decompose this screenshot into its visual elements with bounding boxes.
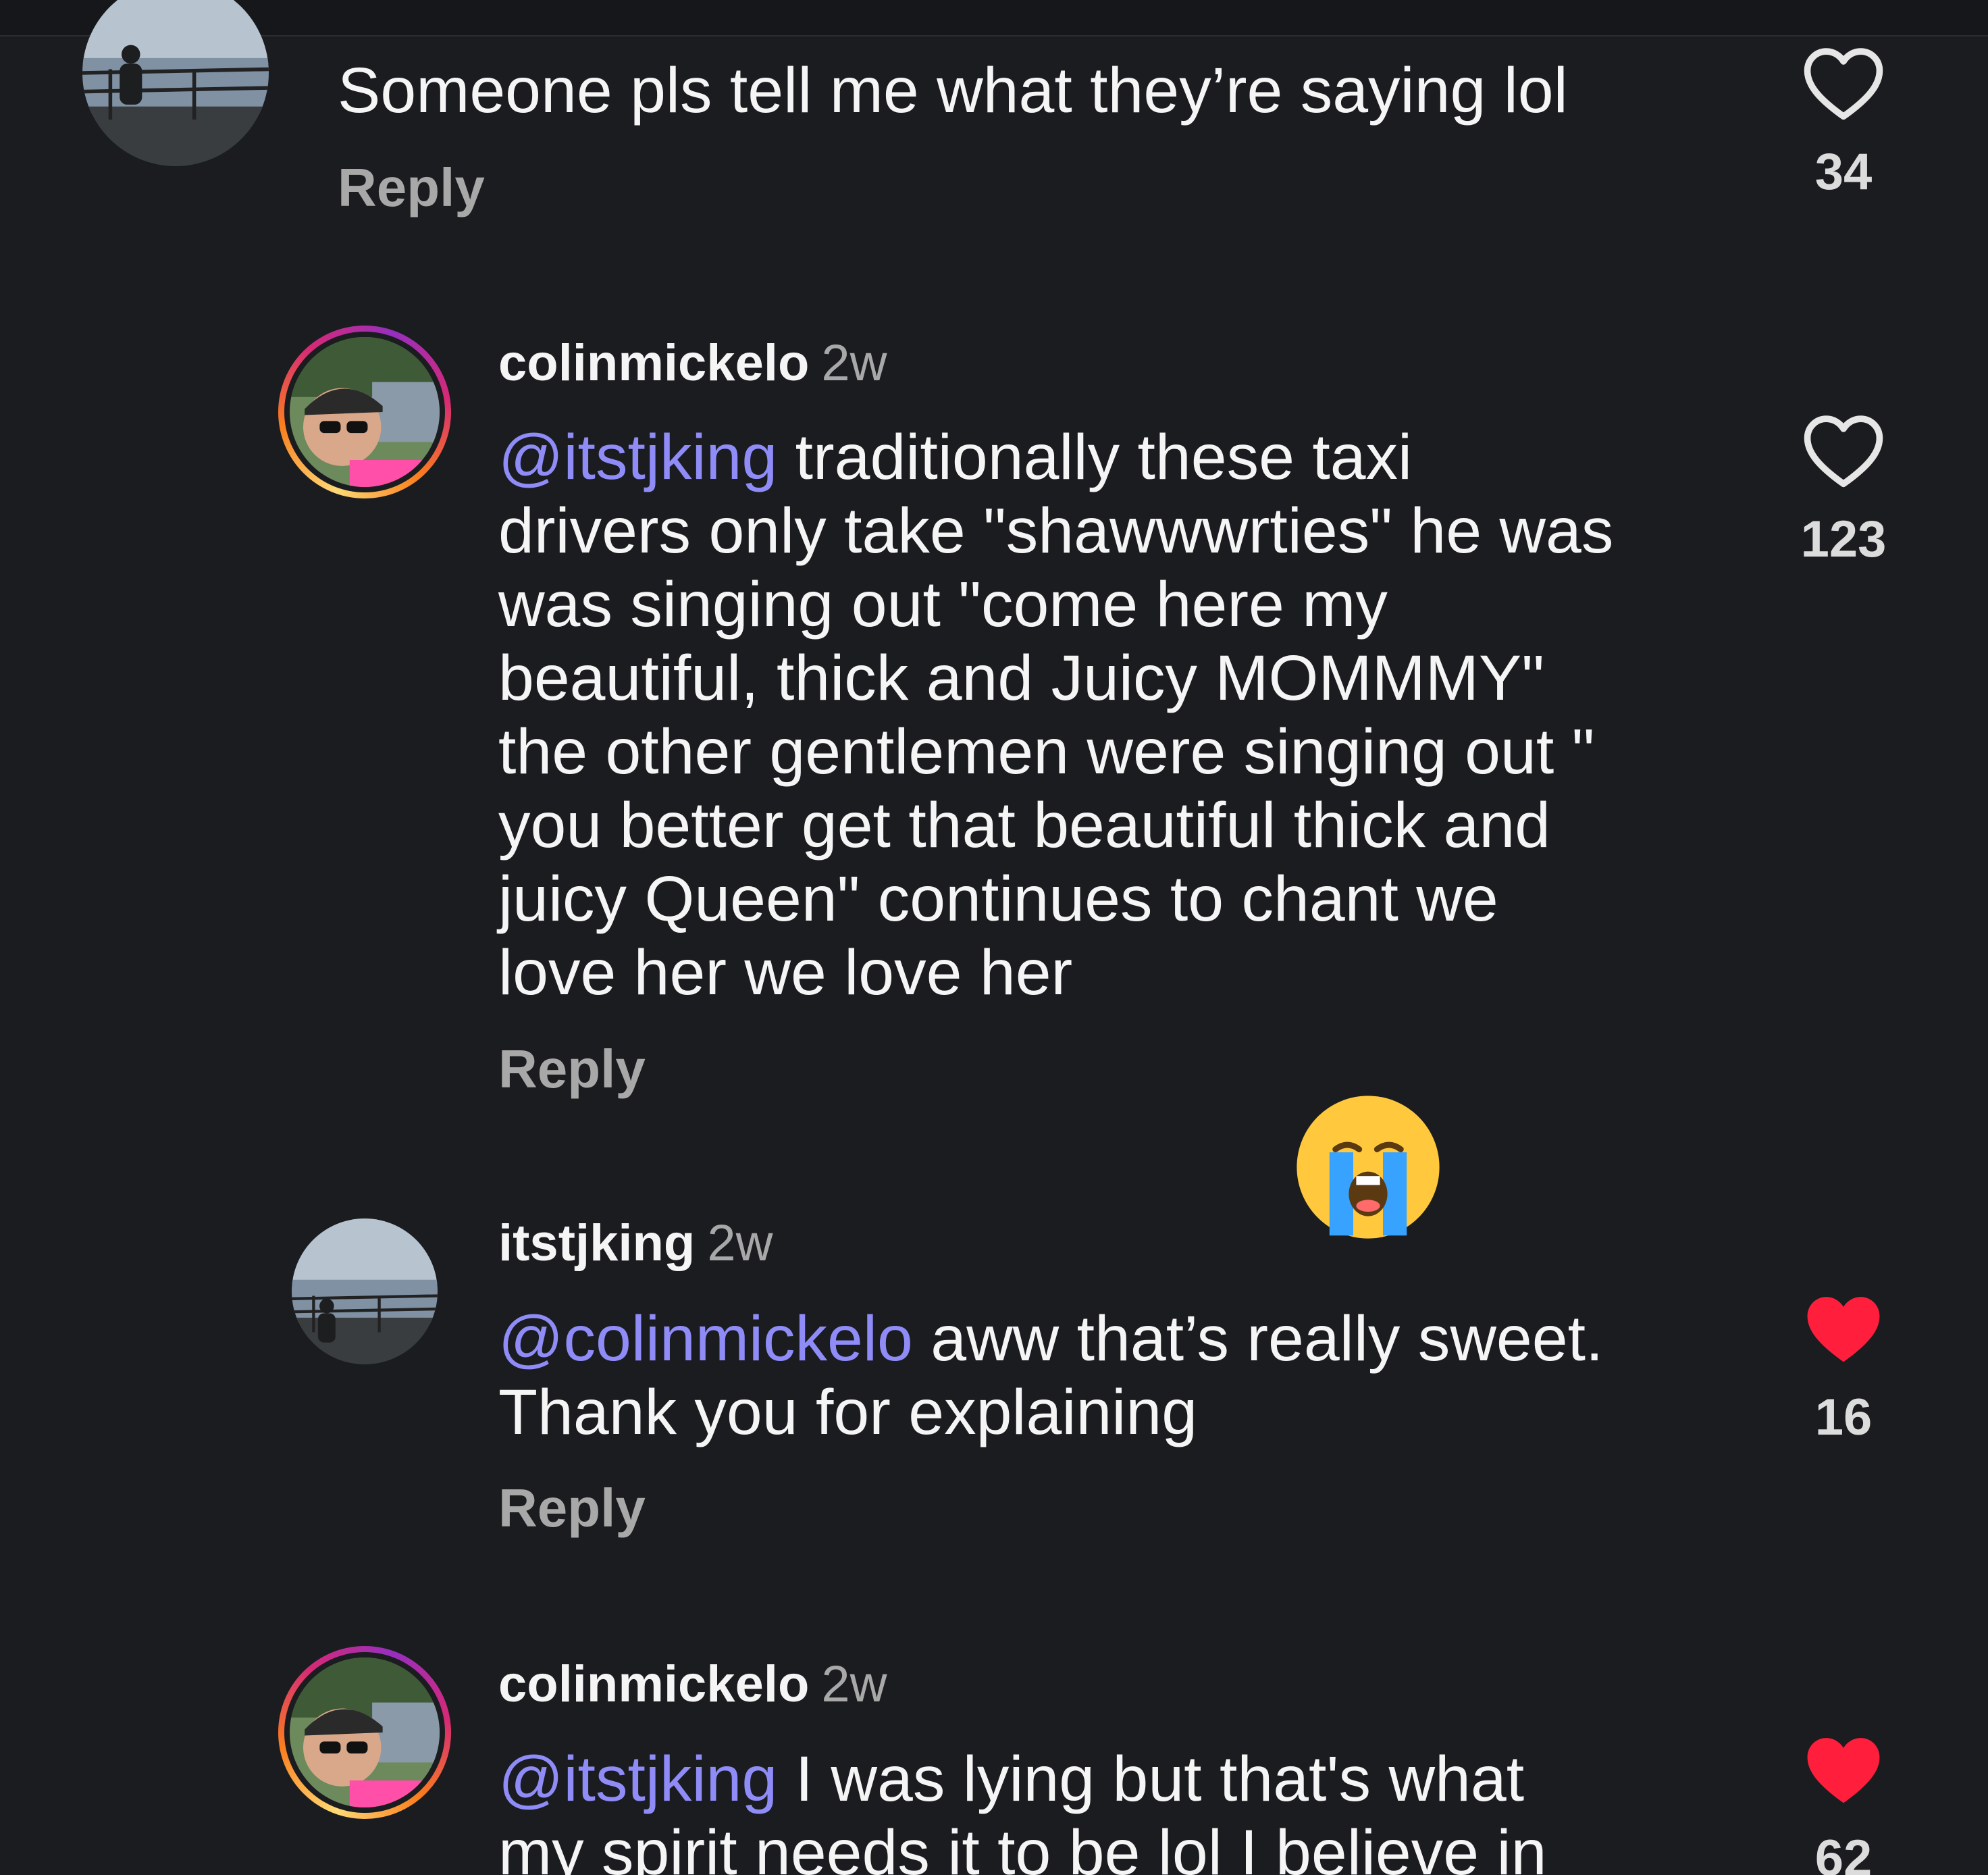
mention-link[interactable]: @itstjking bbox=[498, 421, 777, 493]
avatar-colinmickelo[interactable] bbox=[278, 1646, 451, 1819]
top-divider bbox=[0, 0, 1988, 36]
like-count: 62 bbox=[1814, 1830, 1873, 1875]
heart-filled-icon bbox=[1807, 1297, 1880, 1362]
avatar-itstjking[interactable] bbox=[292, 1218, 438, 1364]
heart-filled-icon bbox=[1807, 1738, 1880, 1803]
like-button[interactable]: 16 bbox=[1796, 1291, 1891, 1448]
reply-button[interactable]: Reply bbox=[338, 157, 485, 218]
avatar-colinmickelo[interactable] bbox=[278, 326, 451, 498]
like-button[interactable]: 34 bbox=[1796, 46, 1891, 203]
comment-text: @colinmickelo aww that’s really sweet. T… bbox=[498, 1303, 1604, 1448]
avatar-photo-selfie bbox=[290, 1658, 440, 1807]
like-button[interactable]: 62 bbox=[1796, 1732, 1891, 1875]
like-count: 34 bbox=[1814, 143, 1873, 201]
mention-link[interactable]: @colinmickelo bbox=[498, 1303, 913, 1375]
comment-header: colinmickelo 2w bbox=[498, 333, 887, 394]
avatar-photo-ocean bbox=[82, 0, 269, 166]
username[interactable]: colinmickelo bbox=[498, 334, 809, 392]
timestamp: 2w bbox=[821, 1655, 887, 1713]
loudly-crying-face-icon bbox=[1294, 1093, 1442, 1241]
comment-text: @itstjking I was lying but that's what m… bbox=[498, 1743, 1547, 1875]
like-count: 16 bbox=[1814, 1389, 1873, 1446]
avatar-photo-ocean bbox=[292, 1218, 438, 1364]
comment-header: itstjking 2w bbox=[498, 1213, 773, 1274]
comment-text: Someone pls tell me what they’re saying … bbox=[338, 55, 1568, 126]
like-button[interactable]: 123 bbox=[1796, 413, 1891, 570]
comment-text: @itstjking traditionally these taxi driv… bbox=[498, 421, 1614, 1008]
heart-outline-icon bbox=[1804, 48, 1883, 120]
username[interactable]: itstjking bbox=[498, 1214, 695, 1272]
comment-header: colinmickelo 2w bbox=[498, 1654, 887, 1715]
avatar-itstjking[interactable] bbox=[82, 0, 269, 166]
like-count: 123 bbox=[1800, 511, 1887, 568]
avatar-photo-selfie bbox=[290, 337, 440, 487]
reply-button[interactable]: Reply bbox=[498, 1039, 646, 1100]
timestamp: 2w bbox=[821, 334, 887, 392]
username[interactable]: colinmickelo bbox=[498, 1655, 809, 1713]
reply-button[interactable]: Reply bbox=[498, 1478, 646, 1539]
heart-outline-icon bbox=[1804, 415, 1883, 488]
timestamp: 2w bbox=[707, 1214, 773, 1272]
mention-link[interactable]: @itstjking bbox=[498, 1743, 777, 1815]
